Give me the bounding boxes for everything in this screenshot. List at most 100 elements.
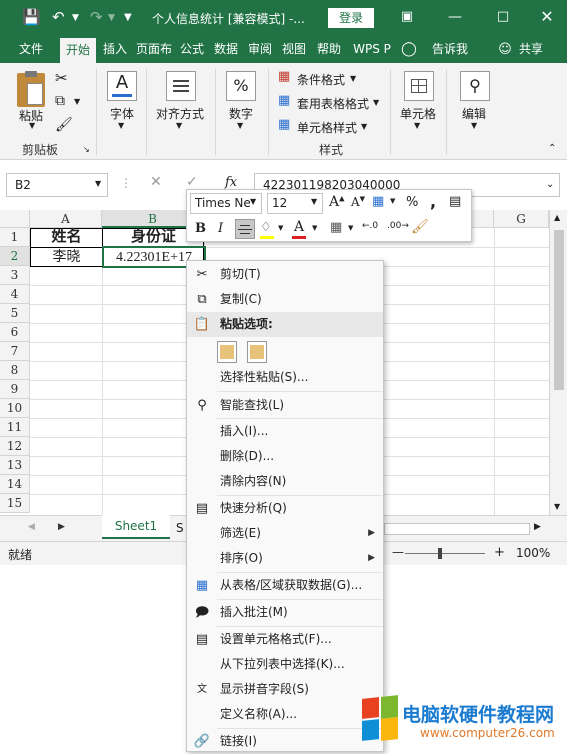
row-header-8[interactable]: 8 (0, 361, 30, 380)
borders-icon[interactable]: ▦ (330, 220, 342, 235)
menu-smart-lookup[interactable]: ⚲ 智能查找(L) (187, 393, 383, 418)
number-label[interactable]: 数字 (229, 105, 253, 122)
font-label[interactable]: 字体 (110, 105, 134, 122)
editing-icon[interactable]: ⚲ (460, 71, 490, 101)
cut-icon[interactable]: ✂ (55, 69, 68, 87)
cells-label[interactable]: 单元格 (400, 105, 436, 122)
scroll-thumb[interactable] (554, 230, 564, 390)
zoom-in-button[interactable]: + (494, 545, 505, 560)
increase-font-icon[interactable]: A▲ (329, 194, 345, 210)
minimize-icon[interactable]: — (444, 6, 466, 28)
paste-option-values-icon[interactable] (247, 341, 267, 363)
font-color-icon[interactable]: A (294, 219, 304, 235)
tab-page-layout[interactable]: 页面布 (134, 36, 174, 63)
format-painter-icon[interactable]: 🖌 (55, 117, 73, 133)
redo-dropdown-icon[interactable]: ▼ (108, 13, 115, 23)
collapse-ribbon-icon[interactable]: ⌃ (548, 143, 556, 154)
fill-color-dropdown-icon[interactable]: ▼ (278, 224, 283, 232)
comma-style-button[interactable]: , (430, 192, 436, 211)
tab-wps[interactable]: WPS P (350, 36, 394, 63)
paste-dropdown-icon[interactable]: ▼ (29, 121, 35, 130)
mini-size-dropdown-icon[interactable]: ▼ (311, 197, 317, 206)
close-icon[interactable]: ✕ (536, 6, 558, 28)
menu-pick-from-list[interactable]: 从下拉列表中选择(K)... (187, 652, 383, 677)
fill-color-icon[interactable]: ♢ (260, 220, 272, 235)
customize-qat-icon[interactable]: ▼ (124, 12, 132, 23)
font-color-dropdown-icon[interactable]: ▼ (312, 224, 317, 232)
center-align-button[interactable] (235, 219, 255, 239)
menu-cut[interactable]: ✂ 剪切(T) (187, 262, 383, 287)
expand-formula-icon[interactable]: ⌄ (546, 179, 554, 190)
table-format-button[interactable]: 套用表格格式 (297, 95, 369, 112)
percent-style-button[interactable]: % (406, 195, 418, 210)
save-icon[interactable]: 💾 (22, 8, 41, 26)
cell-style-icon[interactable]: ▦ (278, 117, 290, 132)
menu-insert-comment[interactable]: 🗩 插入批注(M) (187, 600, 383, 625)
login-button[interactable]: 登录 (328, 8, 374, 28)
row-header-3[interactable]: 3 (0, 266, 30, 285)
confirm-formula-icon[interactable]: ✓ (186, 174, 198, 190)
font-dropdown-icon[interactable]: ▼ (118, 121, 124, 130)
paste-icon[interactable] (17, 71, 45, 107)
accounting-format-icon[interactable]: ▦ (372, 194, 384, 209)
borders-dropdown-icon[interactable]: ▼ (348, 224, 353, 232)
row-header-12[interactable]: 12 (0, 437, 30, 456)
menu-copy[interactable]: ⧉ 复制(C) (187, 287, 383, 312)
paste-option-keep-source-icon[interactable] (217, 341, 237, 363)
sheet-prev-icon[interactable]: ◀ (28, 522, 35, 532)
scroll-up-icon[interactable]: ▲ (554, 213, 560, 222)
alignment-dropdown-icon[interactable]: ▼ (176, 121, 182, 130)
decrease-font-icon[interactable]: A▼ (351, 195, 365, 209)
tab-file[interactable]: 文件 (14, 36, 48, 63)
tab-data[interactable]: 数据 (210, 36, 242, 63)
vertical-scrollbar[interactable]: ▲ ▼ (549, 210, 567, 515)
menu-format-cells[interactable]: ▤ 设置单元格格式(F)... (187, 627, 383, 652)
ribbon-display-icon[interactable]: ▣ (396, 6, 418, 28)
tab-formulas[interactable]: 公式 (176, 36, 208, 63)
cell-style-button[interactable]: 单元格样式 (297, 119, 357, 136)
zoom-level[interactable]: 100% (516, 546, 550, 560)
menu-clear-contents[interactable]: 清除内容(N) (187, 469, 383, 494)
table-format-icon[interactable]: ▦ (278, 93, 290, 108)
menu-define-name[interactable]: 定义名称(A)... (187, 702, 383, 727)
menu-sort[interactable]: 排序(O) ▶ (187, 546, 383, 571)
mini-font-dropdown-icon[interactable]: ▼ (250, 197, 256, 206)
tab-home[interactable]: 开始 (60, 38, 96, 63)
row-header-5[interactable]: 5 (0, 304, 30, 323)
zoom-slider-thumb[interactable] (438, 548, 442, 559)
decrease-decimal-icon[interactable]: .00→ (387, 221, 409, 231)
copy-dropdown-icon[interactable]: ▼ (74, 97, 80, 106)
conditional-format-icon[interactable]: ▦ (278, 69, 290, 84)
cell-a2[interactable]: 李晓 (31, 248, 102, 267)
maximize-icon[interactable]: □ (492, 6, 514, 28)
row-header-10[interactable]: 10 (0, 399, 30, 418)
editing-dropdown-icon[interactable]: ▼ (471, 121, 477, 130)
merge-center-icon[interactable]: ▤ (449, 194, 461, 209)
sheet-tab-sheet1[interactable]: Sheet1 (102, 515, 170, 539)
sheet-tab-partial[interactable]: S (176, 521, 184, 535)
menu-paste-special[interactable]: 选择性粘贴(S)... (187, 365, 383, 390)
zoom-out-button[interactable]: — (392, 545, 404, 559)
cells-dropdown-icon[interactable]: ▼ (414, 121, 420, 130)
insert-function-icon[interactable]: fx (225, 175, 237, 190)
column-header-g[interactable]: G (494, 210, 549, 228)
undo-dropdown-icon[interactable]: ▼ (72, 13, 79, 23)
tab-review[interactable]: 审阅 (244, 36, 276, 63)
row-header-13[interactable]: 13 (0, 456, 30, 475)
alignment-icon[interactable] (166, 71, 196, 101)
editing-label[interactable]: 编辑 (462, 105, 486, 122)
italic-button[interactable]: I (218, 221, 223, 236)
row-header-2[interactable]: 2 (0, 247, 30, 266)
cancel-formula-icon[interactable]: ✕ (150, 174, 162, 190)
scroll-down-icon[interactable]: ▼ (554, 502, 560, 511)
menu-show-phonetic[interactable]: 文 显示拼音字段(S) (187, 677, 383, 702)
tab-view[interactable]: 视图 (278, 36, 310, 63)
menu-get-data[interactable]: ▦ 从表格/区域获取数据(G)... (187, 573, 383, 598)
row-header-9[interactable]: 9 (0, 380, 30, 399)
column-header-a[interactable]: A (30, 210, 102, 228)
cell-style-dropdown-icon[interactable]: ▼ (361, 122, 367, 131)
redo-icon[interactable]: ↷ (90, 8, 103, 26)
row-header-6[interactable]: 6 (0, 323, 30, 342)
increase-decimal-icon[interactable]: ←.0 (362, 221, 378, 231)
table-format-dropdown-icon[interactable]: ▼ (373, 98, 379, 107)
